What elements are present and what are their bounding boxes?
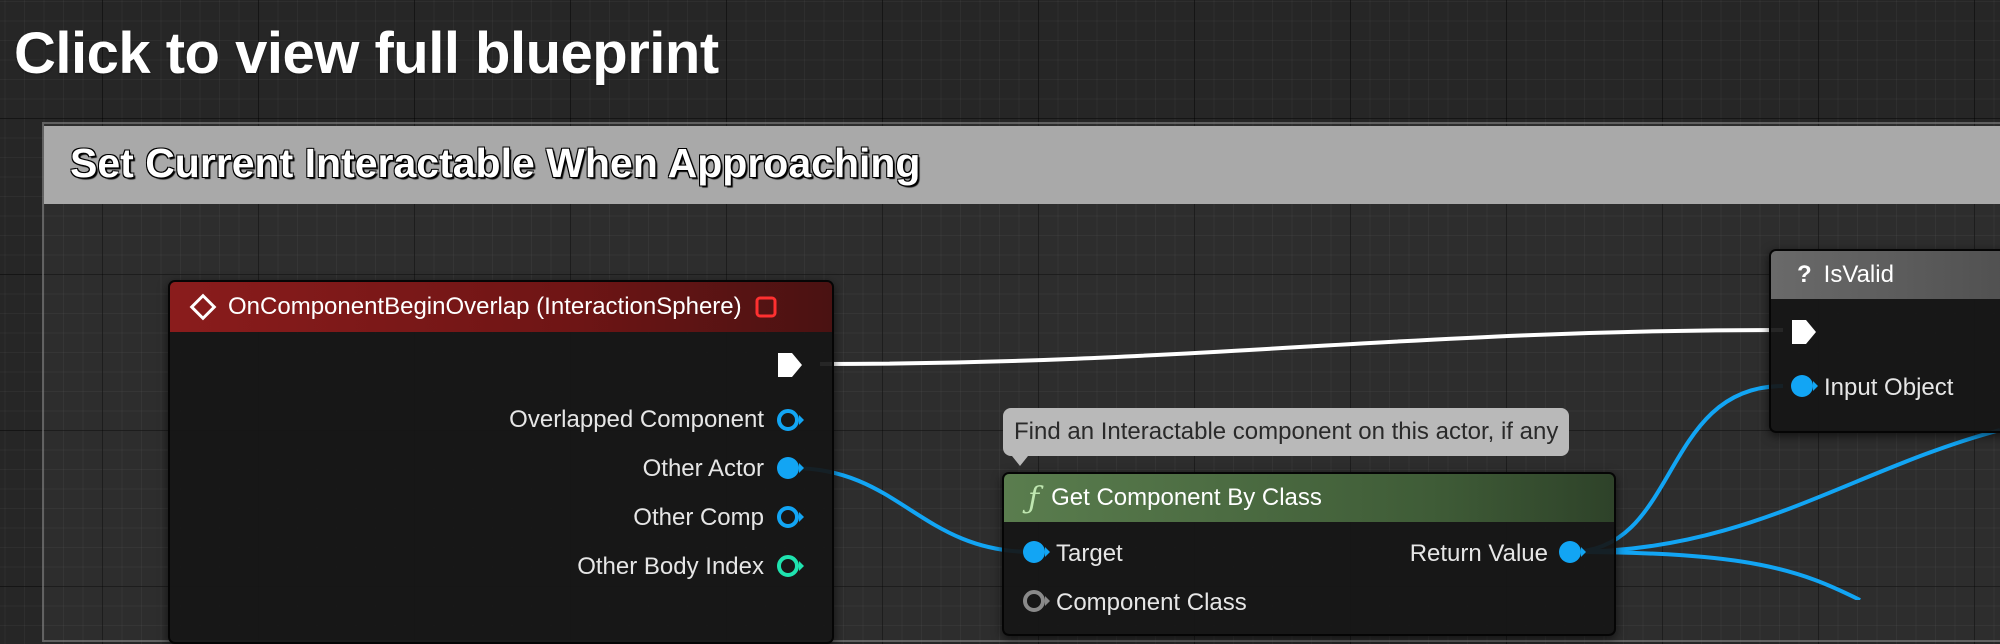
question-mark-icon: ? — [1797, 261, 1812, 288]
isvalid-input-object-pin-icon[interactable] — [1789, 371, 1819, 401]
get-component-by-class-title: Get Component By Class — [1051, 484, 1322, 511]
event-node-header[interactable]: OnComponentBeginOverlap (InteractionSphe… — [170, 282, 832, 332]
function-icon: ƒ — [1028, 480, 1040, 516]
comment-title: Set Current Interactable When Approachin… — [70, 140, 921, 186]
pin-label-other-comp: Other Comp — [633, 504, 764, 531]
pin-label-other-actor: Other Actor — [642, 455, 764, 482]
pin-label-overlapped-component: Overlapped Component — [509, 406, 764, 433]
other-comp-pin-icon[interactable] — [775, 502, 805, 532]
pin-label-input-object: Input Object — [1824, 374, 1954, 401]
event-diamond-icon — [189, 293, 217, 321]
pin-label-return-value: Return Value — [1409, 540, 1548, 567]
get-component-by-class-header[interactable]: ƒ Get Component By Class — [1004, 474, 1614, 522]
node-comment-bubble: Find an Interactable component on this a… — [1003, 408, 1570, 456]
pin-label-component-class: Component Class — [1056, 589, 1247, 616]
pin-label-other-body-index: Other Body Index — [577, 553, 764, 580]
isvalid-node-title: IsValid — [1823, 261, 1894, 288]
exec-out-pin-icon[interactable] — [776, 350, 804, 380]
pin-label-target: Target — [1056, 540, 1123, 567]
other-actor-pin-icon[interactable] — [775, 453, 805, 483]
event-node-title: OnComponentBeginOverlap (InteractionSphe… — [228, 293, 742, 320]
overlapped-component-pin-icon[interactable] — [775, 405, 805, 435]
node-comment-bubble-tail — [1012, 456, 1028, 466]
return-value-pin-icon[interactable] — [1557, 537, 1587, 567]
other-body-index-pin-icon[interactable] — [775, 551, 805, 581]
delegate-pin-icon[interactable] — [754, 295, 778, 319]
target-pin-icon[interactable] — [1021, 537, 1051, 567]
isvalid-exec-in-pin-icon[interactable] — [1790, 317, 1818, 347]
isvalid-node-header[interactable]: ? IsValid — [1771, 251, 2000, 299]
blueprint-banner[interactable]: Click to view full blueprint — [14, 20, 719, 87]
component-class-pin-icon[interactable] — [1021, 586, 1051, 616]
